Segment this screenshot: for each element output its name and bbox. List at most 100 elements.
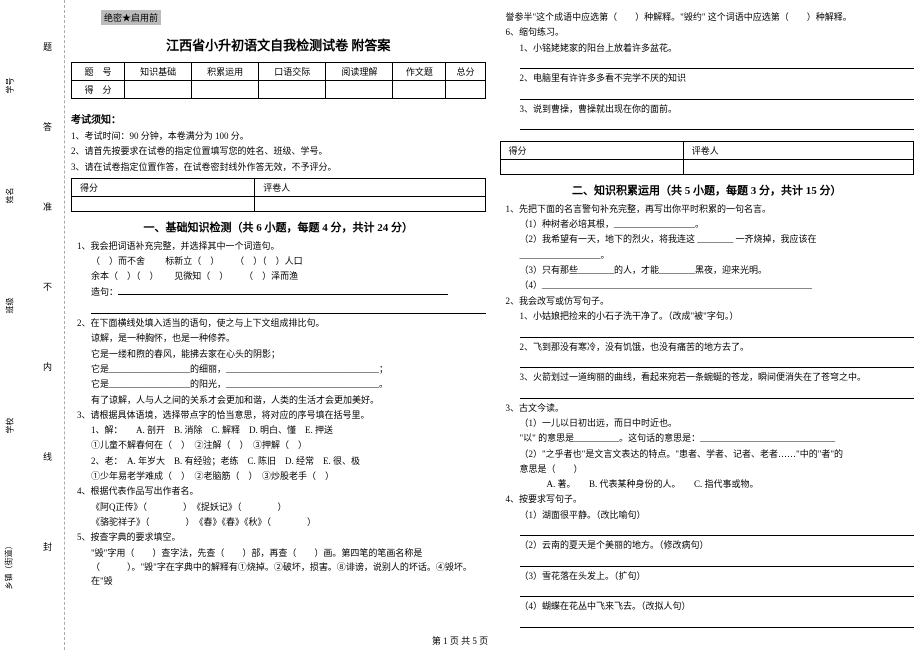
score-h: 口语交际 bbox=[259, 63, 326, 81]
score-table: 题 号 知识基础 积累运用 口语交际 阅读理解 作文题 总分 得 分 bbox=[71, 62, 486, 99]
s2-q4: 4、按要求写句子。 bbox=[500, 492, 915, 507]
s2-q2-item: 2、飞到那没有寒冷，没有饥饿，也没有痛苦的地方去了。 bbox=[500, 340, 915, 355]
answer-line[interactable] bbox=[520, 326, 915, 337]
fold-label: 不 bbox=[43, 280, 52, 293]
s2-q2-item: 3、火箭划过一道绚丽的曲线，看起来宛若一条蜿蜒的苍龙，瞬间便消失在了苍穹之中。 bbox=[500, 370, 915, 385]
s2-q4-item: （1）湖面很平静。（改比喻句） bbox=[500, 508, 915, 523]
answer-line[interactable] bbox=[520, 58, 915, 69]
answer-line[interactable] bbox=[520, 617, 915, 628]
q3-sub: ①少年易老学难成（ ） ②老脑筋（ ） ③炒股老手（ ） bbox=[71, 469, 486, 484]
score-cell bbox=[192, 81, 259, 99]
notice-item: 1、考试时间：90 分钟，本卷满分为 100 分。 bbox=[71, 129, 486, 144]
section1-title: 一、基础知识检测（共 6 小题，每题 4 分，共计 24 分） bbox=[71, 219, 486, 235]
secret-label: 绝密★启用前 bbox=[101, 10, 161, 25]
s2-q3-item: （1）一儿以日初出远，而日中时近也。 bbox=[500, 416, 915, 431]
scorer-label: 评卷人 bbox=[255, 178, 485, 196]
q1-word: 标新立（ ） bbox=[165, 256, 215, 266]
q2-line: 谅解，是一种胸怀，也是一种修养。 bbox=[71, 331, 486, 346]
q2-line: 它是__________________的细丽，________________… bbox=[71, 362, 486, 377]
notice-item: 3、请在试卷指定位置作答，在试卷密封线外作答无效，不予评分。 bbox=[71, 160, 486, 175]
answer-line[interactable] bbox=[520, 357, 915, 368]
score-h: 总分 bbox=[446, 63, 485, 81]
fold-label: 答 bbox=[43, 120, 52, 133]
notice-heading: 考试须知： bbox=[71, 111, 486, 126]
column-right: 誉参半"这个成语中应选第（ ）种解释。"毁约" 这个词语中应选第（ ）种解释。 … bbox=[500, 10, 915, 630]
s2-q1-item: （3）只有那些________的人，才能________黑夜，迎来光明。 bbox=[500, 263, 915, 278]
s2-q1: 1、先把下面的名言警句补充完整，再写出你平时积累的一句名言。 bbox=[500, 202, 915, 217]
q2-line: 它是__________________的阳光，________________… bbox=[71, 377, 486, 392]
s2-q1-item: （4）_____________________________________… bbox=[500, 278, 915, 293]
answer-line[interactable] bbox=[520, 387, 915, 398]
fold-label: 内 bbox=[43, 360, 52, 373]
answer-line[interactable] bbox=[520, 88, 915, 99]
answer-line[interactable] bbox=[520, 586, 915, 597]
score-cell bbox=[259, 81, 326, 99]
page-footer: 第 1 页 共 5 页 bbox=[0, 634, 920, 647]
q6-item: 2、电脑里有许许多多看不完学不厌的知识 bbox=[500, 71, 915, 86]
s2-q2-item: 1、小姑娘把捡来的小石子洗干净了。（改成"被"字句。） bbox=[500, 309, 915, 324]
q1-word: 见微知（ ） bbox=[174, 271, 224, 281]
s2-q3-item: A. 著。 B. 代表某种身份的人。 C. 指代事或物。 bbox=[500, 477, 915, 492]
q5-text: "毁"字用（ ）查字法，先查（ ）部，再查（ ）画。第四笔的笔画名称是（ ）。"… bbox=[71, 546, 486, 589]
s2-q1-item: __________________。 bbox=[500, 248, 915, 263]
q5: 5、按查字典的要求填空。 bbox=[71, 530, 486, 545]
q6: 6、缩句练习。 bbox=[500, 25, 915, 40]
q1-word: （ ）而不舍 bbox=[91, 256, 145, 266]
q1: 1、我会把词语补充完整，并选择其中一个词造句。 bbox=[71, 239, 486, 254]
s2-q1-item: （1）种树者必培其根，__________________。 bbox=[500, 217, 915, 232]
answer-line[interactable] bbox=[520, 556, 915, 567]
fold-label: 题 bbox=[43, 40, 52, 53]
fold-label: 封 bbox=[43, 540, 52, 553]
score-h: 题 号 bbox=[72, 63, 125, 81]
q6-item: 3、说到曹操，曹操就出现在你的面前。 bbox=[500, 102, 915, 117]
s2-q3: 3、古文今读。 bbox=[500, 401, 915, 416]
answer-line[interactable] bbox=[520, 119, 915, 130]
score-h: 作文题 bbox=[393, 63, 446, 81]
q2-line: 它是一缕和煦的春风，能拂去家在心头的阴影； bbox=[71, 347, 486, 362]
score-h: 阅读理解 bbox=[326, 63, 393, 81]
s2-q4-item: （2）云南的夏天是个美丽的地方。（修改病句） bbox=[500, 538, 915, 553]
q1-make: 造句： bbox=[91, 287, 118, 297]
score-cell bbox=[125, 81, 192, 99]
answer-line[interactable] bbox=[118, 285, 448, 295]
q4-line: 《阿Q正传》（ ） 《捉妖记》（ ） bbox=[71, 500, 486, 515]
column-left: 绝密★启用前 江西省小升初语文自我检测试卷 附答案 题 号 知识基础 积累运用 … bbox=[71, 10, 486, 630]
answer-line[interactable] bbox=[91, 302, 486, 314]
scorer-label: 评卷人 bbox=[683, 141, 913, 159]
q2-line: 有了谅解，人与人之间的关系才会更加和谐，人类的生活才会更加美好。 bbox=[71, 393, 486, 408]
answer-line[interactable] bbox=[520, 525, 915, 536]
score-cell bbox=[326, 81, 393, 99]
margin-field-name: 姓名 bbox=[5, 188, 16, 204]
fold-label: 线 bbox=[43, 450, 52, 463]
page-content: 绝密★启用前 江西省小升初语文自我检测试卷 附答案 题 号 知识基础 积累运用 … bbox=[65, 0, 920, 650]
s2-q4-item: （4）蝴蝶在花丛中飞来飞去。（改拟人句） bbox=[500, 599, 915, 614]
q3-line: 1、解： A. 剖开 B. 消除 C. 解释 D. 明白、懂 E. 押送 bbox=[71, 423, 486, 438]
notice-item: 2、请首先按要求在试卷的指定位置填写您的姓名、班级、学号。 bbox=[71, 144, 486, 159]
margin-field-township: 乡镇（街道） bbox=[4, 542, 15, 590]
score-h: 积累运用 bbox=[192, 63, 259, 81]
q3-sub: ①儿童不解春何在（ ） ②注解（ ） ③押解（ ） bbox=[71, 438, 486, 453]
binding-margin: 乡镇（街道） 学校 班级 姓名 学号 封 线 内 不 准 答 题 bbox=[0, 0, 65, 650]
s2-q3-item: "以" 的意思是__________。这句话的意思是：_____________… bbox=[500, 431, 915, 446]
margin-field-class: 班级 bbox=[5, 298, 16, 314]
scorer-box-2: 得分 评卷人 bbox=[500, 141, 915, 175]
s2-q4-item: （3）雪花落在头发上。（扩句） bbox=[500, 569, 915, 584]
scorer-box: 得分 评卷人 bbox=[71, 178, 486, 212]
q3-line: 2、老： A. 年岁大 B. 有经验；老练 C. 陈旧 D. 经常 E. 很、极 bbox=[71, 454, 486, 469]
s2-q2: 2、我会改写或仿写句子。 bbox=[500, 294, 915, 309]
q1-word: （ ）（ ）人口 bbox=[235, 256, 303, 266]
score-cell: 得 分 bbox=[72, 81, 125, 99]
score-h: 知识基础 bbox=[125, 63, 192, 81]
s2-q3-item: （2）"之乎者也"是文言文表达的特点。"患者、学者、记者、老者……"中的"者"的 bbox=[500, 447, 915, 462]
q2: 2、在下面横线处填入适当的语句，使之与上下文组成排比句。 bbox=[71, 316, 486, 331]
q1-word: 余本（ ）（ ） bbox=[91, 271, 154, 281]
scorer-label: 得分 bbox=[72, 178, 255, 196]
q6-item: 1、小铭姥姥家的阳台上放着许多盆花。 bbox=[500, 41, 915, 56]
score-cell bbox=[446, 81, 485, 99]
q5-cont: 誉参半"这个成语中应选第（ ）种解释。"毁约" 这个词语中应选第（ ）种解释。 bbox=[500, 10, 915, 25]
q3: 3、请根据具体语境，选择带点字的恰当意思，将对应的序号填在括号里。 bbox=[71, 408, 486, 423]
fold-label: 准 bbox=[43, 200, 52, 213]
s2-q1-item: （2）我希望有一天，地下的烈火，将我连这 ________ 一齐烧掉，我应该在 bbox=[500, 232, 915, 247]
margin-field-id: 学号 bbox=[5, 78, 16, 94]
page-title: 江西省小升初语文自我检测试卷 附答案 bbox=[71, 35, 486, 54]
